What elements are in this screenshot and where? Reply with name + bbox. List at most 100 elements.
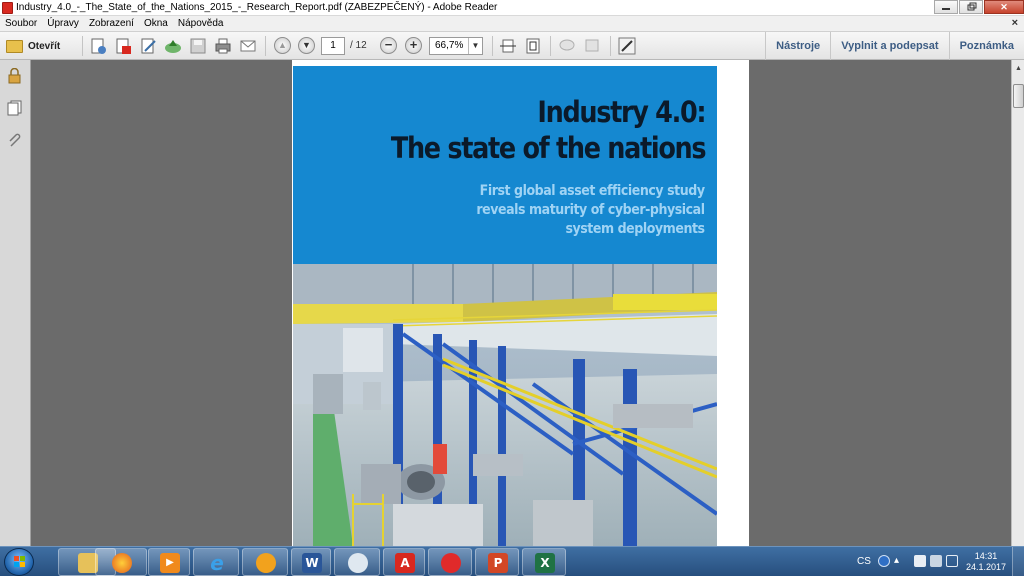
firefox-icon (112, 553, 132, 573)
taskbar-media-player[interactable]: ▶ (148, 548, 190, 576)
comment-button[interactable] (558, 37, 576, 55)
report-cover: Industry 4.0: The state of the nations F… (293, 66, 717, 546)
fullscreen-button[interactable] (618, 37, 636, 55)
lock-icon[interactable] (7, 68, 22, 84)
zoom-out-button[interactable]: − (380, 37, 397, 55)
menu-edit[interactable]: Úpravy (42, 18, 84, 29)
open-button[interactable]: Otevřít (6, 37, 60, 55)
factory-photo (293, 264, 717, 546)
chevron-down-icon: ▼ (468, 38, 482, 54)
close-document-button[interactable]: × (1012, 17, 1018, 29)
taskbar-word[interactable]: W (291, 548, 331, 576)
pdf-page: Industry 4.0: The state of the nations F… (292, 60, 749, 546)
upload-button[interactable] (164, 37, 182, 55)
cover-subtitle: First global asset efficiency study reve… (476, 182, 706, 239)
speech-bubble-icon (559, 39, 575, 51)
fit-page-icon (526, 38, 540, 54)
comment-link[interactable]: Poznámka (948, 32, 1024, 60)
arrow-up-icon: ▲ (274, 37, 291, 54)
next-page-button[interactable]: ▼ (298, 37, 315, 55)
toolbar-divider (550, 36, 551, 56)
fit-width-icon (500, 39, 516, 53)
cover-subtitle-line: system deployments (565, 221, 706, 237)
windows-logo-icon (14, 556, 25, 567)
email-button[interactable] (239, 37, 257, 55)
save-button[interactable] (189, 37, 207, 55)
menu-window[interactable]: Okna (139, 18, 173, 29)
previous-page-button[interactable]: ▲ (274, 37, 291, 55)
fit-page-button[interactable] (524, 37, 542, 55)
cover-title-line: The state of the nations (390, 131, 707, 165)
edit-icon (141, 38, 156, 54)
edit-pdf-button[interactable] (139, 37, 157, 55)
taskbar-powerpoint[interactable]: P (475, 548, 519, 576)
toolbar-divider (82, 36, 83, 56)
word-icon: W (302, 553, 322, 573)
cover-title: Industry 4.0: The state of the nations (390, 94, 707, 166)
menu-bar: Soubor Úpravy Zobrazení Okna Nápověda × (0, 16, 1024, 32)
cover-subtitle-line: reveals maturity of cyber-physical (476, 202, 706, 218)
fit-width-button[interactable] (499, 37, 517, 55)
help-icon[interactable] (878, 555, 890, 567)
export-pdf-icon (116, 38, 131, 54)
battery-icon[interactable] (914, 555, 926, 567)
attachment-icon[interactable] (7, 132, 22, 148)
cover-header-block: Industry 4.0: The state of the nations F… (293, 66, 717, 264)
pdf-app-icon (2, 2, 13, 14)
minimize-icon (942, 8, 950, 10)
taskbar-mail[interactable] (334, 548, 380, 576)
create-pdf-icon (91, 38, 106, 54)
main-toolbar: Otevřít ▲ ▼ 1 / 12 − + 66,7% ▼ Nástroje … (0, 32, 1024, 60)
taskbar-firefox[interactable] (95, 548, 147, 576)
menu-view[interactable]: Zobrazení (84, 18, 139, 29)
taskbar-adobe-reader[interactable]: A (383, 548, 425, 576)
scroll-up-icon[interactable]: ▲ (1013, 62, 1024, 75)
start-button[interactable] (4, 548, 34, 576)
sticky-note-icon (585, 39, 599, 52)
mail-icon (348, 553, 368, 573)
windows-taskbar: ▶ e W A P X CS ▴ 14:31 24.1.2017 (0, 546, 1024, 576)
scroll-thumb[interactable] (1013, 84, 1024, 108)
create-pdf-button[interactable] (89, 37, 107, 55)
cloud-upload-icon (165, 40, 181, 53)
toolbar-divider (492, 36, 493, 56)
minimize-button[interactable] (934, 0, 958, 14)
page-count: / 12 (350, 40, 367, 51)
pages-icon[interactable] (7, 100, 22, 116)
cover-title-line: Industry 4.0: (537, 95, 706, 129)
taskbar-paint[interactable] (428, 548, 472, 576)
folder-icon (6, 39, 23, 53)
menu-file[interactable]: Soubor (0, 18, 42, 29)
orange-app-icon (256, 553, 276, 573)
highlight-button[interactable] (583, 37, 601, 55)
tools-link[interactable]: Nástroje (765, 32, 830, 60)
window-title: Industry_4.0_-_The_State_of_the_Nations_… (16, 2, 498, 13)
chevron-up-icon[interactable]: ▴ (894, 555, 906, 567)
powerpoint-icon: P (488, 553, 508, 573)
vertical-scrollbar[interactable]: ▲ (1011, 60, 1024, 546)
fill-and-sign-link[interactable]: Vyplnit a podepsat (830, 32, 948, 60)
save-icon (190, 38, 206, 54)
document-viewport[interactable]: Industry 4.0: The state of the nations F… (31, 60, 1011, 546)
taskbar-excel[interactable]: X (522, 548, 566, 576)
zoom-select[interactable]: 66,7% ▼ (429, 37, 483, 55)
zoom-in-button[interactable]: + (405, 37, 422, 55)
toolbar-divider (265, 36, 266, 56)
restore-button[interactable] (959, 0, 983, 14)
taskbar-app-orange[interactable] (242, 548, 288, 576)
taskbar-internet-explorer[interactable]: e (193, 548, 239, 576)
show-desktop-button[interactable] (1012, 547, 1024, 576)
export-pdf-button[interactable] (114, 37, 132, 55)
network-icon[interactable] (930, 555, 942, 567)
zoom-value: 66,7% (435, 40, 464, 51)
open-label: Otevřít (28, 40, 61, 52)
menu-help[interactable]: Nápověda (173, 18, 229, 29)
clock[interactable]: 14:31 24.1.2017 (966, 551, 1006, 573)
close-window-button[interactable]: ✕ (984, 0, 1024, 14)
language-indicator[interactable]: CS (857, 556, 871, 567)
print-button[interactable] (214, 37, 232, 55)
volume-icon[interactable] (946, 555, 958, 567)
page-number-input[interactable]: 1 (321, 37, 345, 55)
arrow-down-icon: ▼ (298, 37, 315, 54)
window-titlebar: Industry_4.0_-_The_State_of_the_Nations_… (0, 0, 1024, 16)
